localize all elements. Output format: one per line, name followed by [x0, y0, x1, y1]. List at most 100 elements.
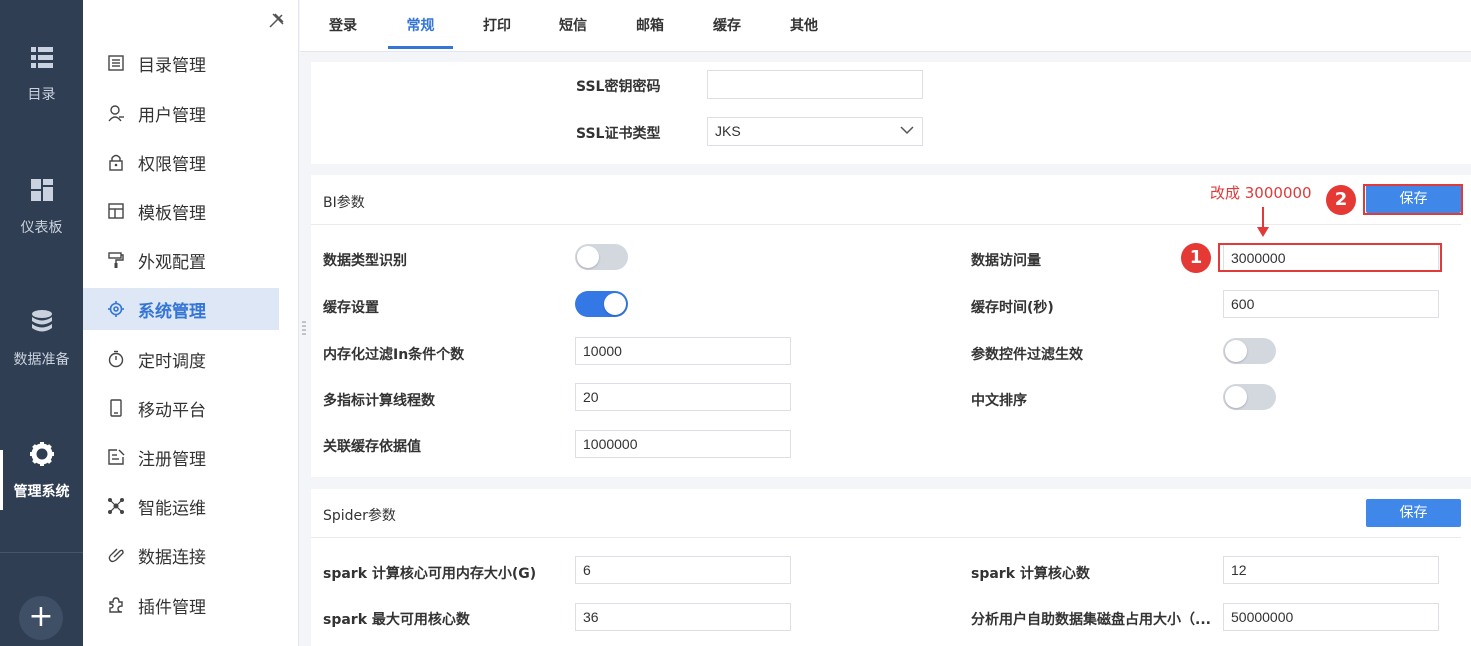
tab-general[interactable]: 常规	[388, 0, 453, 52]
assoc-cache-input[interactable]: 1000000	[575, 430, 791, 458]
menu-item-label: 注册管理	[138, 449, 206, 470]
spark-cores-label: spark 计算核心数	[971, 566, 1090, 582]
threads-input[interactable]: 20	[575, 383, 791, 411]
menu-item-label: 定时调度	[138, 351, 206, 372]
add-button[interactable]: +	[19, 596, 63, 640]
param-filter-toggle[interactable]	[1223, 338, 1276, 364]
menu-item-label: 数据连接	[138, 547, 206, 568]
disk-usage-label: 分析用户自助数据集磁盘占用大小（...	[971, 612, 1211, 628]
ssl-panel: SSL密钥密码 SSL证书类型 JKS	[311, 62, 1471, 164]
spider-params-panel: Spider参数 保存 spark 计算核心可用内存大小(G) 6 spark …	[311, 489, 1471, 646]
cn-sort-toggle[interactable]	[1223, 384, 1276, 410]
bi-params-panel: BI参数 保存 数据类型识别 缓存设置 内存化过滤In条件个数 10000 多指…	[311, 175, 1471, 477]
menu-item-label: 系统管理	[138, 301, 206, 322]
menu-item-label: 插件管理	[138, 597, 206, 618]
menu-item-label: 外观配置	[138, 252, 206, 273]
rail-label: 管理系统	[13, 484, 70, 500]
menu-item-users[interactable]: 用户管理	[83, 92, 279, 134]
primary-rail: 目录 仪表板 数据准备 管理系统 +	[0, 0, 83, 646]
cache-time-input[interactable]: 600	[1223, 290, 1439, 318]
pin-icon[interactable]	[267, 12, 285, 30]
data-type-toggle[interactable]	[575, 244, 628, 270]
ssl-key-password-input[interactable]	[707, 70, 923, 99]
menu-item-ops[interactable]: 智能运维	[83, 485, 279, 527]
menu-item-scheduling[interactable]: 定时调度	[83, 338, 279, 380]
rail-divider	[0, 552, 83, 553]
in-filter-label: 内存化过滤In条件个数	[323, 347, 465, 363]
link-icon	[108, 548, 124, 563]
database-icon	[31, 310, 52, 332]
data-access-label: 数据访问量	[971, 253, 1041, 269]
tab-cache[interactable]: 缓存	[705, 0, 749, 52]
spark-memory-label: spark 计算核心可用内存大小(G)	[323, 566, 537, 582]
menu-item-label: 模板管理	[138, 203, 206, 224]
ssl-key-password-label: SSL密钥密码	[576, 79, 661, 95]
highlight-box-access	[1218, 243, 1442, 272]
menu-item-label: 权限管理	[138, 154, 206, 175]
active-tab-indicator	[388, 46, 453, 49]
menu-item-system[interactable]: 系统管理	[83, 288, 279, 330]
ssl-cert-type-select[interactable]: JKS	[707, 117, 923, 146]
menu-item-permissions[interactable]: 权限管理	[83, 141, 279, 183]
menu-item-label: 智能运维	[138, 498, 206, 519]
menu-item-registration[interactable]: 注册管理	[83, 436, 279, 478]
rail-item-data-prep[interactable]: 数据准备	[0, 309, 83, 369]
bi-section-title: BI参数	[323, 195, 365, 211]
tab-sms[interactable]: 短信	[551, 0, 595, 52]
step-badge-2: 2	[1326, 185, 1356, 215]
rail-label: 数据准备	[13, 352, 70, 368]
user-icon	[108, 105, 124, 122]
rail-item-catalog[interactable]: 目录	[0, 44, 83, 104]
settings-icon	[108, 301, 124, 317]
rail-item-dashboard[interactable]: 仪表板	[0, 177, 83, 237]
menu-item-label: 目录管理	[138, 55, 206, 76]
menu-item-catalog[interactable]: 目录管理	[83, 42, 279, 84]
ssl-cert-type-label: SSL证书类型	[576, 126, 661, 142]
spark-max-cores-label: spark 最大可用核心数	[323, 612, 470, 628]
section-divider	[311, 537, 1461, 538]
cache-time-label: 缓存时间(秒)	[971, 300, 1054, 316]
ops-icon	[108, 498, 124, 514]
toggle-knob	[1225, 386, 1247, 408]
timer-icon	[108, 350, 124, 368]
chevron-down-icon	[900, 126, 914, 135]
toggle-knob	[1225, 340, 1247, 362]
settings-tabs: 登录 常规 打印 短信 邮箱 缓存 其他	[300, 0, 1471, 52]
rail-item-admin[interactable]: 管理系统	[0, 441, 83, 501]
tab-login[interactable]: 登录	[321, 0, 365, 52]
menu-item-data-connections[interactable]: 数据连接	[83, 534, 279, 576]
spark-cores-input[interactable]: 12	[1223, 556, 1439, 584]
menu-item-templates[interactable]: 模板管理	[83, 190, 279, 232]
step-badge-1: 1	[1181, 243, 1211, 273]
resize-handle-icon[interactable]	[302, 320, 306, 336]
tab-print[interactable]: 打印	[475, 0, 519, 52]
register-icon	[108, 449, 125, 465]
menu-item-plugins[interactable]: 插件管理	[83, 584, 279, 626]
in-filter-input[interactable]: 10000	[575, 337, 791, 365]
rail-label: 目录	[27, 87, 56, 103]
menu-item-mobile[interactable]: 移动平台	[83, 387, 279, 429]
toggle-knob	[577, 246, 599, 268]
menu-item-appearance[interactable]: 外观配置	[83, 239, 279, 281]
ssl-cert-type-value: JKS	[715, 123, 741, 139]
spider-save-button[interactable]: 保存	[1366, 499, 1461, 527]
spark-max-cores-input[interactable]: 36	[575, 603, 791, 631]
gear-icon	[29, 442, 54, 466]
annotation-note: 改成 3000000	[1210, 184, 1312, 202]
tab-email[interactable]: 邮箱	[628, 0, 672, 52]
toggle-knob	[604, 293, 626, 315]
section-divider	[311, 224, 1461, 225]
param-filter-label: 参数控件过滤生效	[971, 347, 1083, 363]
list-icon	[30, 47, 53, 68]
catalog-icon	[108, 55, 124, 71]
spark-memory-input[interactable]: 6	[575, 556, 791, 584]
tab-other[interactable]: 其他	[782, 0, 826, 52]
cache-setting-toggle[interactable]	[575, 291, 628, 317]
disk-usage-input[interactable]: 50000000	[1223, 603, 1439, 631]
cn-sort-label: 中文排序	[971, 393, 1027, 409]
highlight-box-save	[1363, 184, 1463, 215]
admin-menu: 目录管理 用户管理 权限管理 模板管理 外观配置 系统管理 定时调度 移动平台 …	[83, 0, 299, 646]
paint-roller-icon	[108, 252, 124, 268]
rail-label: 仪表板	[20, 220, 63, 236]
assoc-cache-label: 关联缓存依据值	[323, 439, 421, 455]
